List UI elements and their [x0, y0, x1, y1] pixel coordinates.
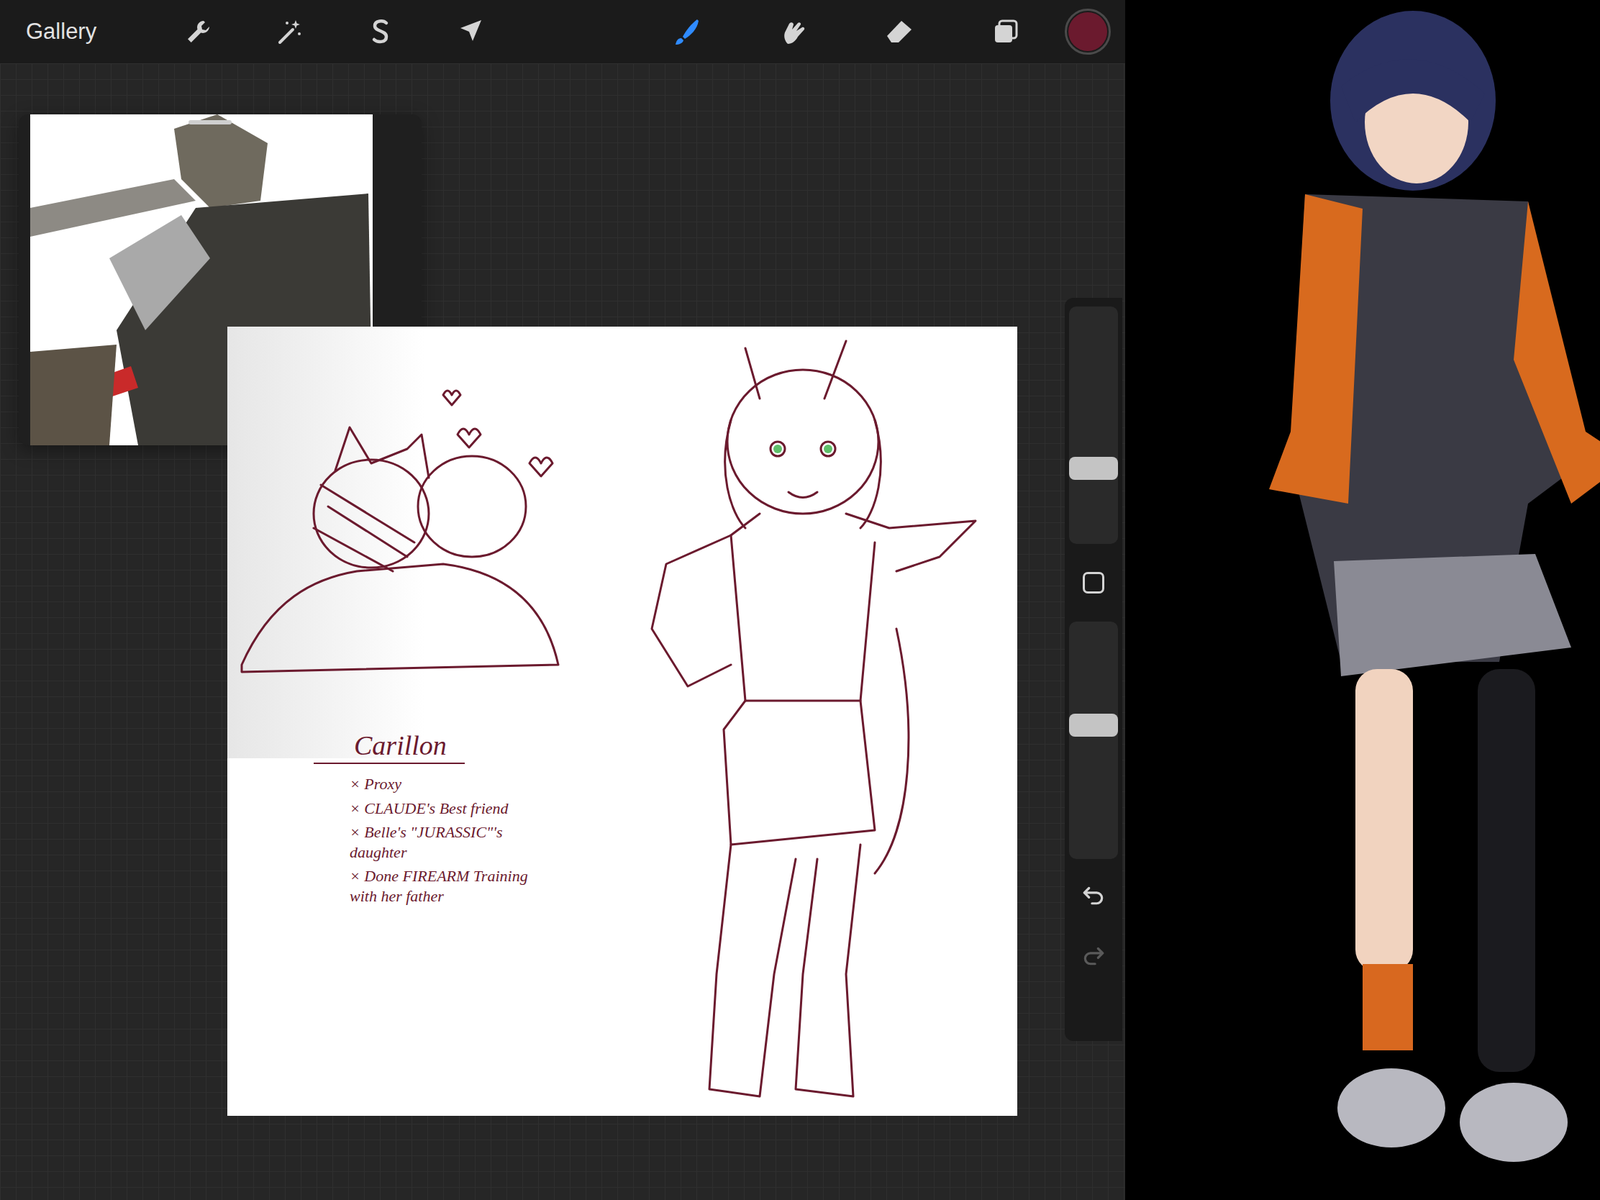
window-handle[interactable] — [188, 120, 232, 125]
right-tools — [667, 8, 1111, 55]
character-reference-image — [1125, 0, 1600, 1200]
square-icon — [1082, 571, 1105, 594]
layers-button[interactable] — [987, 12, 1025, 51]
wand-button[interactable] — [270, 12, 308, 51]
selection-icon — [364, 16, 395, 47]
slider-handle[interactable] — [1069, 713, 1118, 737]
canvas-area: Carillon × Proxy × CLAUDE's Best friend × … — [0, 63, 1126, 1200]
smudge-button[interactable] — [774, 12, 812, 51]
color-swatch — [1068, 12, 1108, 52]
undo-icon — [1081, 882, 1106, 907]
brush-sidebar — [1064, 297, 1123, 1042]
wrench-button[interactable] — [179, 12, 218, 51]
wand-icon — [274, 16, 305, 47]
brush-icon — [671, 16, 702, 47]
layers-icon — [990, 16, 1021, 47]
brush-button[interactable] — [667, 12, 706, 51]
selection-button[interactable] — [361, 12, 399, 51]
redo-icon — [1081, 942, 1106, 967]
note-line: × Belle's "JURASSIC"'s daughter — [313, 822, 530, 862]
top-toolbar: Gallery — [0, 0, 1126, 64]
eraser-button[interactable] — [880, 12, 918, 51]
slider-handle[interactable] — [1069, 456, 1118, 480]
opacity-slider[interactable] — [1069, 621, 1118, 859]
character-notes: Carillon × Proxy × CLAUDE's Best friend × … — [313, 729, 530, 911]
screen: Gallery Carillon × Proxy × CLAUDE's Best … — [0, 0, 1600, 1200]
color-button[interactable] — [1064, 8, 1111, 55]
smudge-icon — [777, 16, 808, 47]
note-line: × CLAUDE's Best friend — [313, 798, 530, 819]
notes-title: Carillon — [313, 729, 530, 762]
eraser-icon — [884, 16, 915, 47]
procreate-workspace: Gallery Carillon × Proxy × CLAUDE's Best … — [0, 0, 1126, 1200]
title-underline — [313, 762, 465, 765]
gallery-button[interactable]: Gallery — [14, 15, 104, 48]
transform-button[interactable] — [451, 12, 490, 51]
note-line: × Done FIREARM Training with her father — [313, 866, 530, 906]
brush-size-slider[interactable] — [1069, 306, 1118, 544]
modify-button[interactable] — [1069, 553, 1118, 612]
sketch-drawing — [227, 326, 1018, 1116]
character-illustration — [1125, 0, 1600, 1200]
drawing-canvas[interactable]: Carillon × Proxy × CLAUDE's Best friend × … — [227, 326, 1018, 1116]
redo-button[interactable] — [1069, 929, 1118, 980]
wrench-icon — [183, 16, 214, 47]
undo-button[interactable] — [1069, 869, 1118, 920]
transform-icon — [455, 16, 486, 47]
left-tools: Gallery — [14, 12, 490, 51]
note-line: × Proxy — [313, 774, 530, 795]
